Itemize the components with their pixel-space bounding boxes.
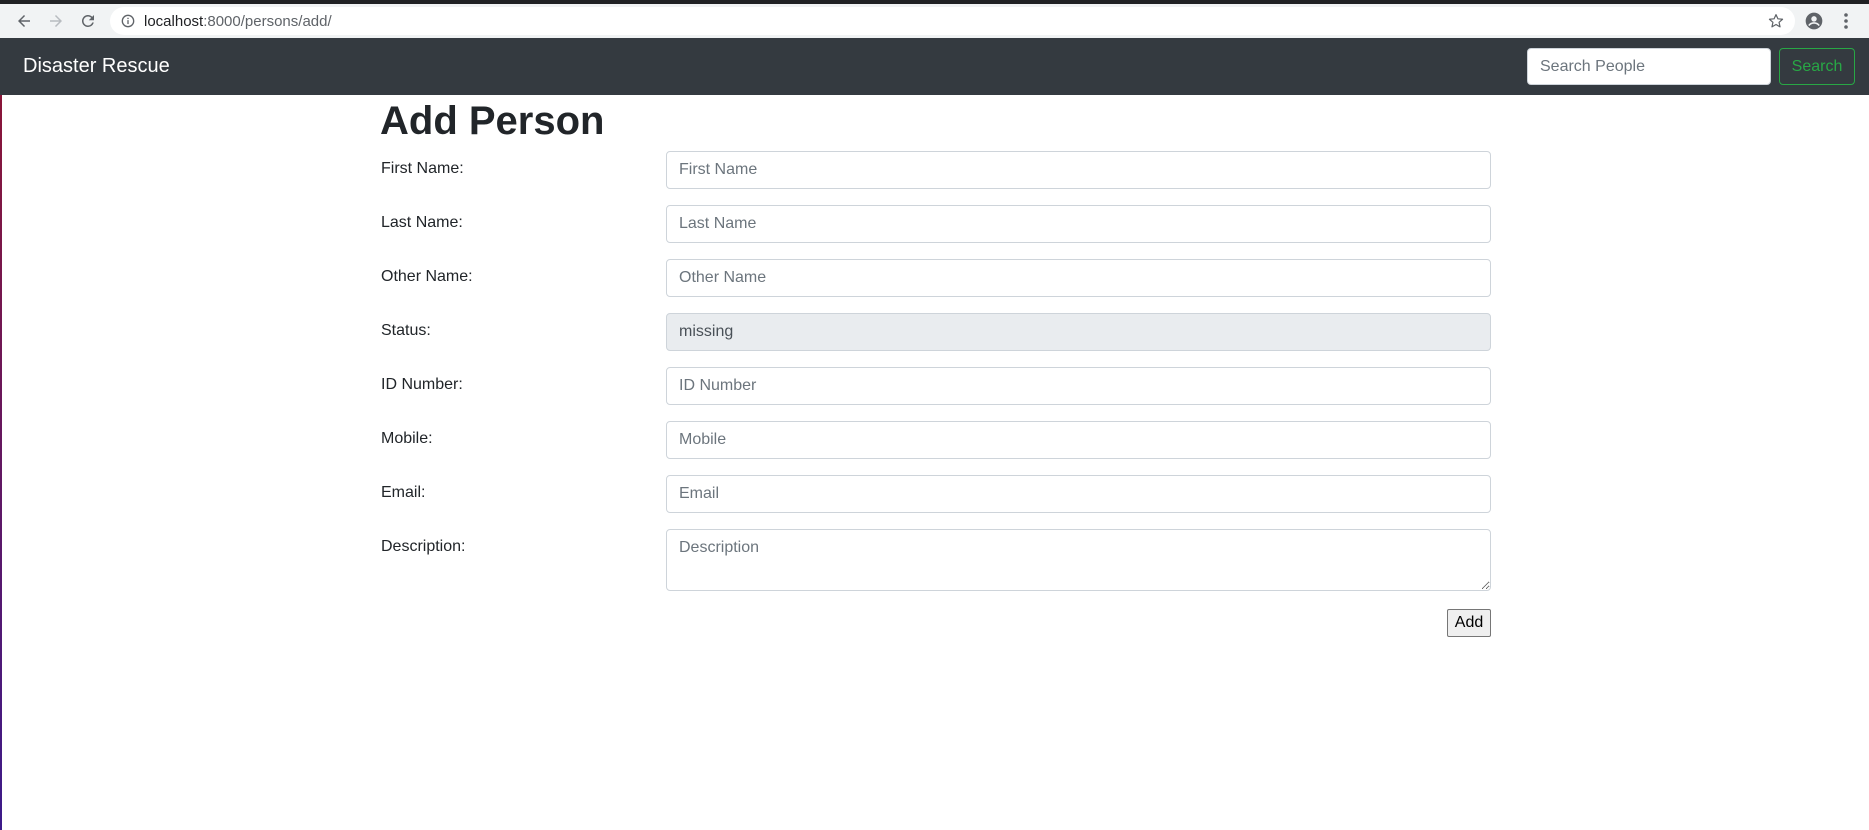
form-row-first-name: First Name: [380,151,1491,189]
status-label: Status: [381,322,431,339]
id-number-label: ID Number: [381,376,463,393]
left-edge-stripe [0,95,2,830]
description-label: Description: [381,538,466,555]
app-navbar: Disaster Rescue Search [0,38,1869,95]
last-name-label: Last Name: [381,214,463,231]
form-row-last-name: Last Name: [380,205,1491,243]
form-row-description: Description: [380,529,1491,591]
first-name-input[interactable] [666,151,1491,189]
page-title: Add Person [380,99,605,143]
url-path: :8000/persons/add/ [203,12,332,30]
mobile-label: Mobile: [381,430,433,447]
mobile-input[interactable] [666,421,1491,459]
browser-toolbar: localhost:8000/persons/add/ [0,0,1869,38]
last-name-input[interactable] [666,205,1491,243]
form-row-email: Email: [380,475,1491,513]
status-input[interactable] [666,313,1491,351]
more-vert-icon[interactable] [1835,10,1857,32]
other-name-input[interactable] [666,259,1491,297]
browser-right-icons [1793,10,1857,32]
url-host: localhost [144,12,204,30]
forward-arrow-icon[interactable] [44,9,68,33]
form-row-mobile: Mobile: [380,421,1491,459]
back-arrow-icon[interactable] [12,9,36,33]
description-textarea[interactable] [666,529,1491,591]
first-name-label: First Name: [381,160,464,177]
search-button[interactable]: Search [1779,48,1855,85]
id-number-input[interactable] [666,367,1491,405]
info-icon[interactable] [120,13,136,29]
form-row-id-number: ID Number: [380,367,1491,405]
form-row-other-name: Other Name: [380,259,1491,297]
account-icon[interactable] [1803,10,1825,32]
address-bar[interactable]: localhost:8000/persons/add/ [110,7,1795,35]
search-people-input[interactable] [1527,48,1771,85]
other-name-label: Other Name: [381,268,473,285]
email-label: Email: [381,484,426,501]
form-row-status: Status: [380,313,1491,351]
navbar-brand[interactable]: Disaster Rescue [23,56,170,76]
reload-icon[interactable] [76,9,100,33]
add-button[interactable]: Add [1447,609,1491,637]
email-input[interactable] [666,475,1491,513]
bookmark-star-icon[interactable] [1767,12,1785,30]
